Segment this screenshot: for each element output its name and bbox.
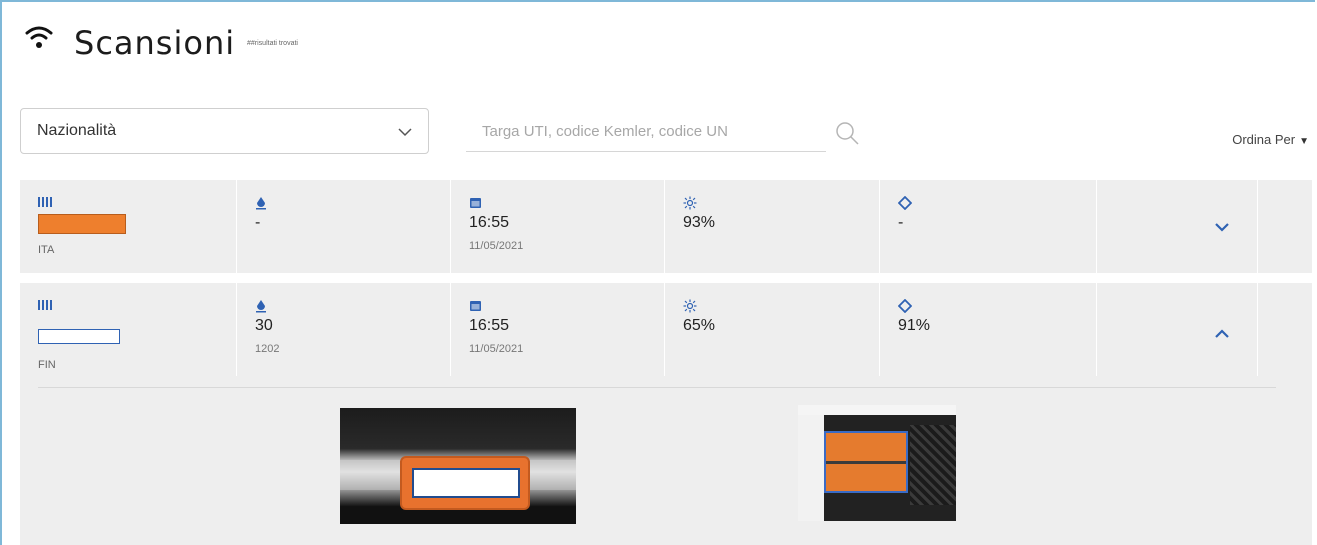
detected-plate	[400, 456, 530, 510]
drop-icon	[255, 196, 267, 210]
scan-time: 16:55	[469, 214, 510, 231]
chevron-up-icon[interactable]	[1213, 325, 1231, 343]
nationality-cell: ITA	[20, 180, 237, 273]
kemler-code: -	[255, 214, 261, 231]
wifi-icon	[25, 26, 53, 48]
confidence-cell: 65%	[665, 283, 880, 376]
plate-photo[interactable]	[340, 408, 576, 524]
nationality-cell: FIN	[20, 283, 237, 376]
datetime-cell: 16:55 11/05/2021	[451, 180, 665, 273]
scan-date: 11/05/2021	[469, 240, 524, 252]
confidence-value: 93%	[683, 214, 716, 231]
search-icon[interactable]	[834, 120, 860, 146]
photo-background	[798, 405, 824, 521]
plate-preview	[38, 329, 120, 344]
kemler-cell: -	[237, 180, 451, 273]
empty-cell	[1097, 180, 1258, 273]
scan-row[interactable]: ITA - 16:55 11/05/2021 93% -	[20, 180, 1312, 273]
nationality-select-label: Nazionalità	[37, 122, 117, 139]
photo-background-top	[798, 405, 956, 415]
flag-icon	[38, 299, 54, 311]
page-title: Scansioni	[74, 24, 236, 62]
sort-label: Ordina Per	[1232, 132, 1296, 147]
flag-icon	[38, 196, 54, 208]
row-divider	[38, 387, 1276, 388]
confidence2-cell: -	[880, 180, 1097, 273]
target-icon	[898, 299, 912, 313]
nationality-code: FIN	[38, 359, 56, 371]
confidence2-value: -	[898, 214, 904, 231]
calendar-icon	[469, 196, 482, 209]
nationality-code: ITA	[38, 244, 55, 256]
plate-detection-box	[412, 468, 520, 498]
chevron-down-icon	[398, 128, 412, 137]
un-code: 1202	[255, 343, 280, 355]
sort-dropdown[interactable]: Ordina Per ▼	[1232, 132, 1309, 147]
nationality-select[interactable]: Nazionalità	[20, 108, 429, 154]
chevron-down-icon[interactable]	[1213, 218, 1231, 236]
row-end-cell	[1258, 283, 1312, 376]
confidence2-value: 91%	[898, 317, 931, 334]
hazard-plate-detection-box	[824, 431, 908, 493]
scan-date: 11/05/2021	[469, 343, 524, 355]
row-end-cell	[1258, 180, 1312, 273]
confidence2-cell: 91%	[880, 283, 1097, 376]
kemler-cell: 30 1202	[237, 283, 451, 376]
datetime-cell: 16:55 11/05/2021	[451, 283, 665, 376]
plate-preview	[38, 214, 126, 234]
confidence-cell: 93%	[665, 180, 880, 273]
hazard-plate-split	[826, 461, 906, 464]
results-count: ##risultati trovati	[247, 40, 298, 47]
scan-time: 16:55	[469, 317, 510, 334]
sun-icon	[683, 196, 697, 210]
kemler-code: 30	[255, 317, 273, 334]
sun-icon	[683, 299, 697, 313]
search-input[interactable]	[466, 112, 826, 152]
photo-grill	[910, 425, 956, 505]
drop-icon	[255, 299, 267, 313]
target-icon	[898, 196, 912, 210]
empty-cell	[1097, 283, 1258, 376]
scan-row-expanded[interactable]: FIN 30 1202 16:55 11/05/2021 65% 91%	[20, 283, 1312, 545]
hazard-plate-photo[interactable]	[798, 405, 956, 521]
caret-down-icon: ▼	[1299, 136, 1309, 147]
confidence-value: 65%	[683, 317, 716, 334]
calendar-icon	[469, 299, 482, 312]
